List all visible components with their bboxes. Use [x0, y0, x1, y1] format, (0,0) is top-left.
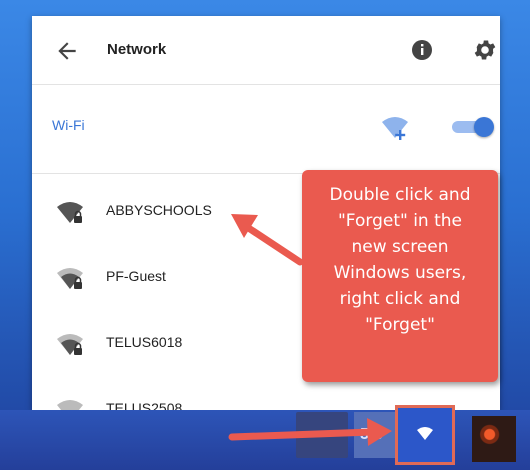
network-name: TELUS2508 — [106, 400, 183, 410]
wifi-lock-icon — [57, 400, 83, 410]
wifi-icon — [417, 427, 433, 440]
add-network-icon[interactable] — [380, 113, 410, 143]
network-name: PF-Guest — [106, 268, 166, 284]
shelf-clock[interactable]: 5:0 — [354, 412, 398, 458]
network-name: TELUS6018 — [106, 334, 183, 350]
page-title: Network — [107, 41, 167, 58]
wifi-lock-icon — [57, 202, 83, 223]
gear-icon[interactable] — [472, 37, 498, 63]
panel-header: Network — [32, 16, 500, 85]
callout-line: Windows users, — [333, 263, 467, 283]
clock-text: 5:0 — [360, 426, 384, 443]
callout-line: "Forget" in the — [337, 211, 463, 231]
annotation-callout: Double click and "Forget" in the new scr… — [302, 170, 498, 382]
wifi-lock-icon — [57, 268, 83, 289]
wifi-lock-icon — [57, 334, 83, 355]
avatar[interactable] — [472, 416, 516, 462]
callout-line: new screen — [351, 237, 449, 257]
shelf-tray-item[interactable] — [296, 412, 348, 458]
wifi-row: Wi-Fi — [32, 85, 500, 174]
arrow-left-icon[interactable] — [54, 38, 80, 64]
toggle-knob — [474, 117, 494, 137]
network-name: ABBYSCHOOLS — [106, 202, 212, 218]
wifi-toggle[interactable] — [450, 116, 494, 138]
wifi-label: Wi-Fi — [52, 117, 85, 133]
callout-line: right click and — [339, 289, 461, 309]
info-icon[interactable] — [410, 38, 434, 62]
callout-line: Double click and — [329, 185, 471, 205]
callout-line: "Forget" — [365, 315, 435, 335]
status-area-button[interactable] — [395, 405, 455, 465]
